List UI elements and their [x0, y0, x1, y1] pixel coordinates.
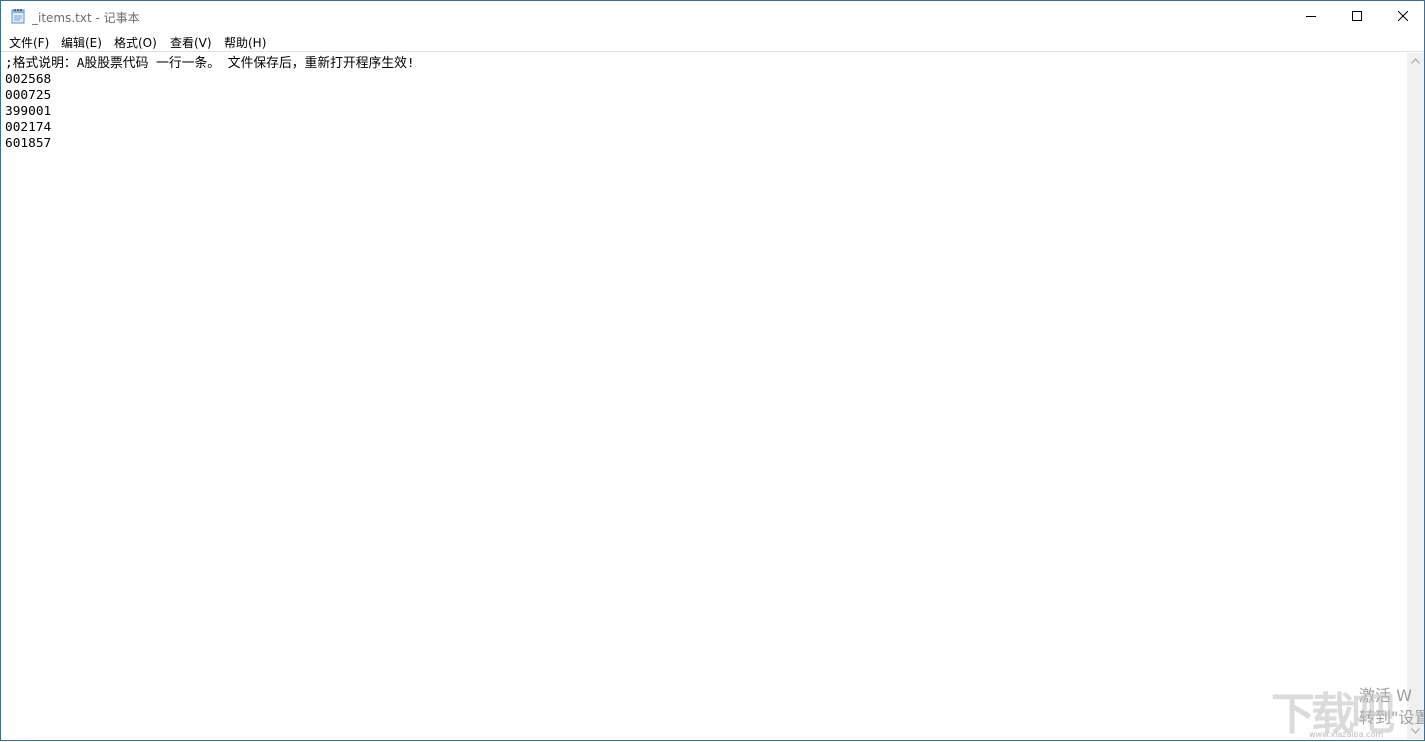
close-button[interactable] [1380, 1, 1425, 32]
vertical-scrollbar[interactable] [1407, 53, 1424, 739]
editor-line: 399001 [5, 104, 52, 119]
notepad-window: _items.txt - 记事本 文件(F) 编辑(E) 格式(O) 查看(V)… [0, 0, 1425, 741]
editor-line: 002174 [5, 120, 52, 135]
editor-line: 002568 [5, 72, 52, 87]
window-title: _items.txt - 记事本 [32, 11, 140, 25]
close-icon [1398, 11, 1408, 21]
menu-bar: 文件(F) 编辑(E) 格式(O) 查看(V) 帮助(H) [1, 32, 1424, 51]
text-editor[interactable]: ;格式说明：A股股票代码 一行一条。 文件保存后，重新打开程序生效! 00256… [2, 53, 1407, 739]
menu-divider [1, 51, 1424, 52]
activate-line-2: 转到"设置 [1359, 708, 1425, 727]
activate-line-1: 激活 W [1359, 686, 1412, 705]
minimize-button[interactable] [1288, 1, 1334, 32]
maximize-button[interactable] [1334, 1, 1380, 32]
minimize-icon [1306, 16, 1316, 17]
editor-line: ;格式说明：A股股票代码 一行一条。 文件保存后，重新打开程序生效! [5, 56, 415, 71]
menu-edit[interactable]: 编辑(E) [61, 34, 102, 51]
menu-view[interactable]: 查看(V) [170, 34, 212, 51]
scroll-up-arrow-icon[interactable] [1411, 58, 1420, 64]
notepad-icon[interactable] [11, 8, 25, 24]
maximize-icon [1352, 11, 1362, 21]
editor-line: 000725 [5, 88, 52, 103]
editor-line: 601857 [5, 136, 52, 151]
menu-help[interactable]: 帮助(H) [224, 34, 266, 51]
menu-format[interactable]: 格式(O) [114, 34, 157, 51]
title-bar[interactable]: _items.txt - 记事本 [1, 1, 1424, 32]
activate-windows-notice: 激活 W 转到"设置 [1359, 685, 1425, 729]
menu-file[interactable]: 文件(F) [9, 34, 49, 51]
